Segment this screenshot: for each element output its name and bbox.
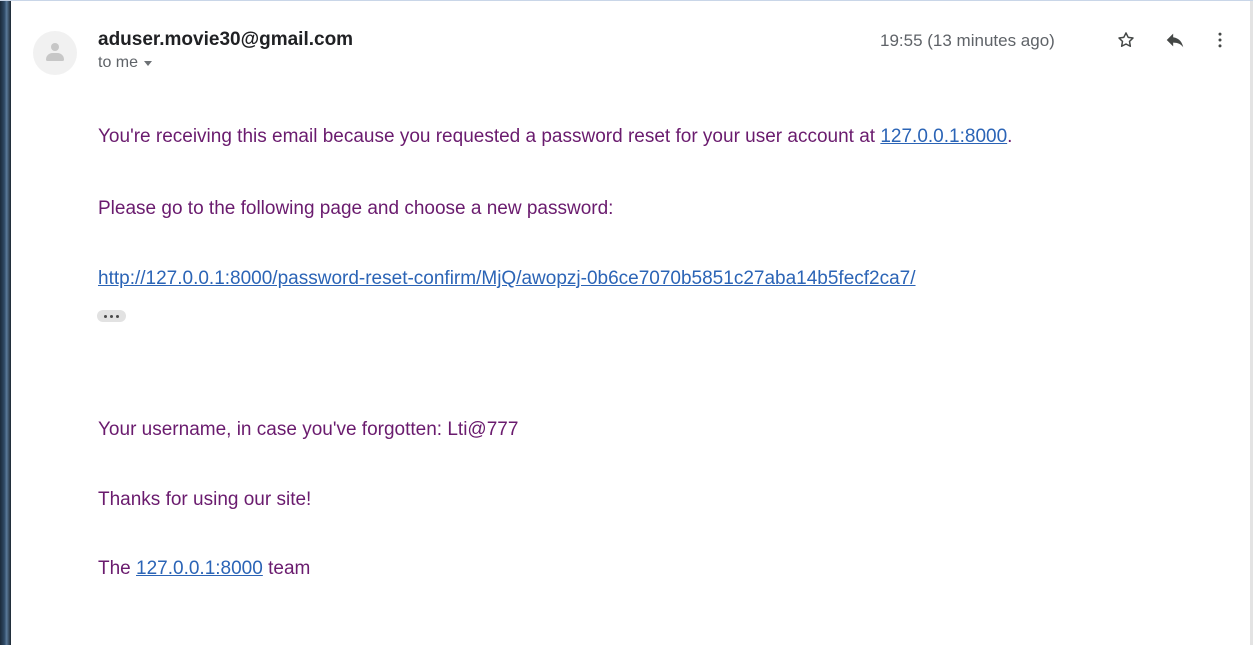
intro-text: You're receiving this email because you … xyxy=(98,126,881,147)
sender-email[interactable]: aduser.movie30@gmail.com xyxy=(98,29,353,51)
signoff-prefix: The xyxy=(98,558,137,579)
intro-period: . xyxy=(1007,126,1013,147)
intro-paragraph: You're receiving this email because you … xyxy=(98,126,1012,148)
reset-link-paragraph: http://127.0.0.1:8000/password-reset-con… xyxy=(98,268,916,290)
signoff-suffix: team xyxy=(262,558,311,579)
more-vert-icon[interactable] xyxy=(1208,28,1232,52)
sender-avatar[interactable] xyxy=(33,31,77,75)
email-view: aduser.movie30@gmail.com to me 19:55 (13… xyxy=(0,0,1253,645)
signoff-paragraph: The 127.0.0.1:8000 team xyxy=(98,558,310,580)
signoff-site-link[interactable]: 127.0.0.1:8000 xyxy=(136,558,263,579)
star-icon[interactable] xyxy=(1114,28,1138,52)
ellipsis-icon[interactable] xyxy=(97,310,126,322)
recipient-label: to me xyxy=(98,54,139,71)
thanks-paragraph: Thanks for using our site! xyxy=(98,489,312,510)
chevron-down-icon xyxy=(144,61,153,66)
recipient-details-toggle[interactable]: to me xyxy=(98,54,153,72)
instruction-paragraph: Please go to the following page and choo… xyxy=(98,198,614,219)
window-left-edge xyxy=(0,1,11,645)
reply-icon[interactable] xyxy=(1163,28,1187,52)
username-paragraph: Your username, in case you've forgotten:… xyxy=(98,419,519,440)
password-reset-link[interactable]: http://127.0.0.1:8000/password-reset-con… xyxy=(98,268,916,289)
site-link[interactable]: 127.0.0.1:8000 xyxy=(880,126,1007,147)
email-timestamp: 19:55 (13 minutes ago) xyxy=(880,31,1055,50)
